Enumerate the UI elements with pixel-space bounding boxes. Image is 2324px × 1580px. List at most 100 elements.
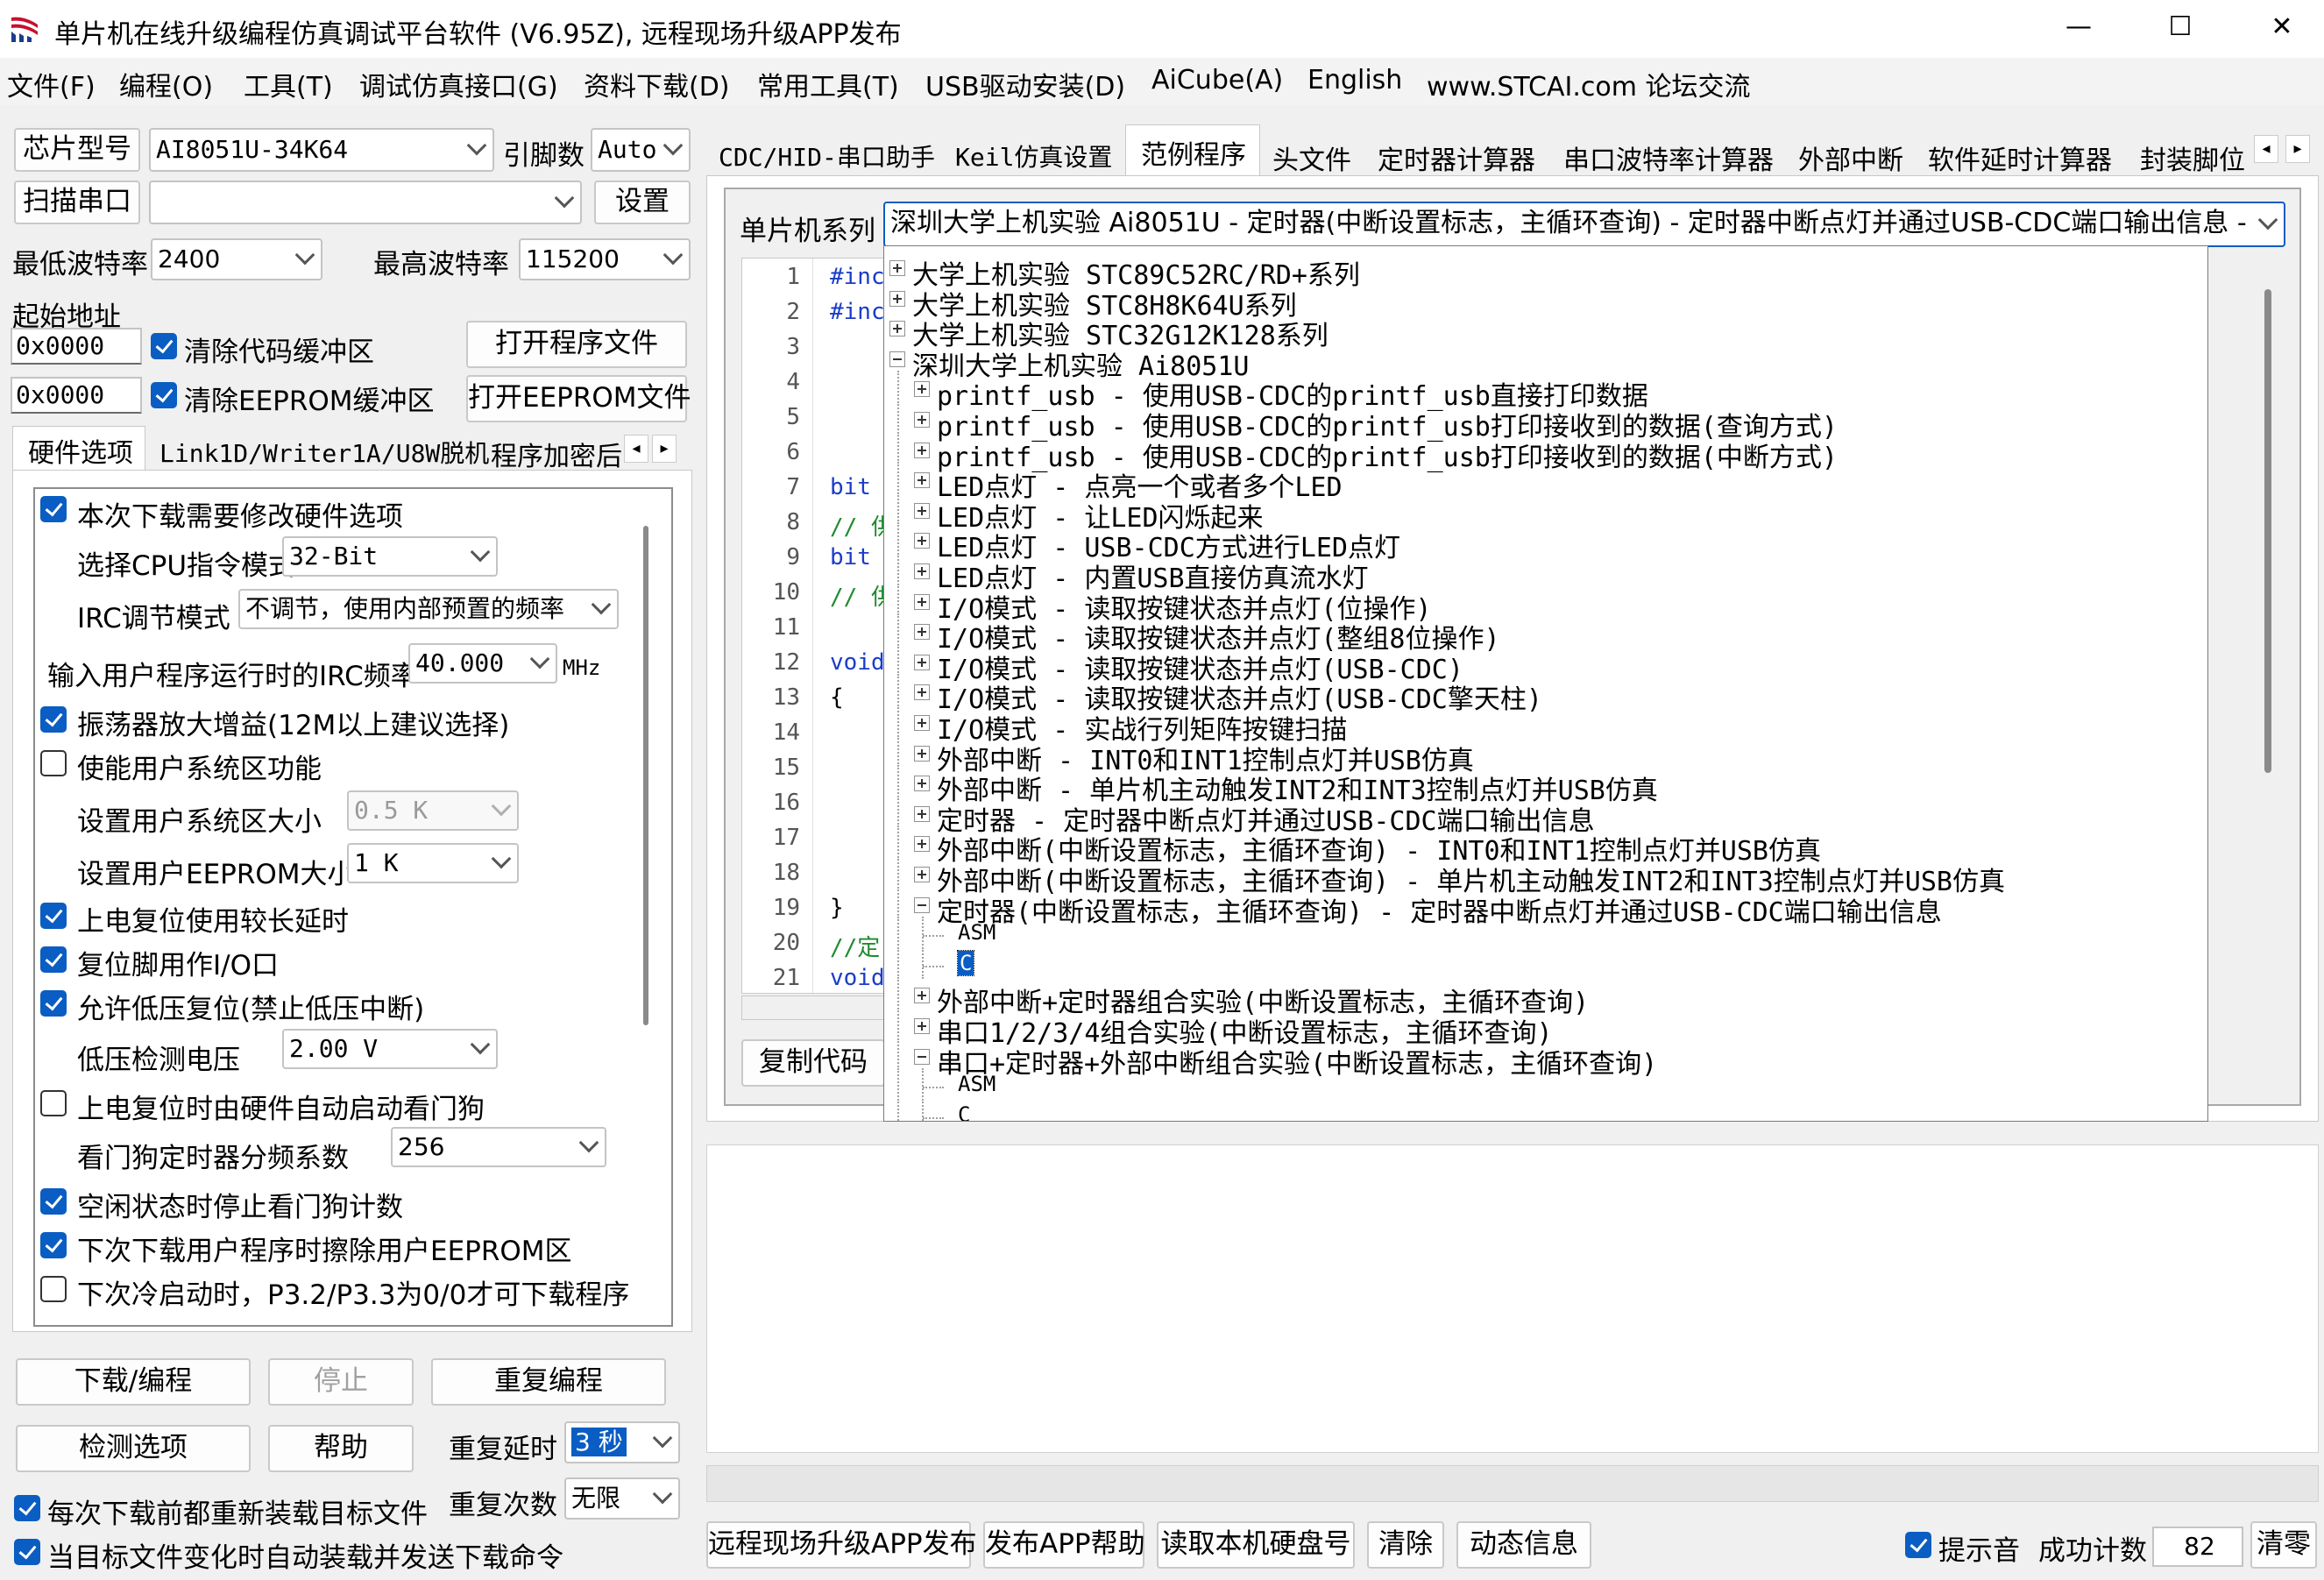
chip-model-select[interactable]: AI8051U-34K64 [149, 128, 494, 172]
expand-icon[interactable] [914, 563, 930, 579]
series-select[interactable]: 深圳大学上机实验 Ai8051U - 定时器(中断设置标志，主循环查询) - 定… [883, 202, 2285, 247]
erase-eeprom-checkbox[interactable] [40, 1232, 67, 1258]
tree-item[interactable]: 串口+定时器+外部中断组合实验(中断设置标志，主循环查询) [937, 1042, 1657, 1080]
remote-publish-button[interactable]: 远程现场升级APP发布 [706, 1521, 977, 1569]
user-system-checkbox[interactable] [40, 750, 67, 776]
osc-gain-checkbox[interactable] [40, 706, 67, 733]
menu-usb-driver[interactable]: USB驱动安装(D) [925, 65, 1125, 103]
collapse-icon[interactable] [914, 1048, 930, 1065]
irc-mode-select[interactable]: 不调节，使用内部预置的频率 [238, 589, 619, 629]
wdt-auto-checkbox[interactable] [40, 1090, 67, 1116]
collapse-icon[interactable] [889, 351, 905, 367]
menu-file[interactable]: 文件(F) [7, 65, 96, 103]
port-select[interactable] [149, 181, 582, 224]
menu-aicube[interactable]: AiCube(A) [1151, 65, 1283, 96]
expand-icon[interactable] [914, 442, 930, 458]
expand-icon[interactable] [914, 745, 930, 762]
menu-tools[interactable]: 工具(T) [244, 65, 333, 103]
tab-scroll-right-icon[interactable]: ▸ [652, 435, 677, 463]
tab-scroll-right-icon[interactable]: ▸ [2285, 135, 2310, 163]
min-baud-select[interactable]: 2400 [151, 238, 322, 280]
expand-icon[interactable] [914, 776, 930, 792]
repeat-delay-select[interactable]: 3 秒 [564, 1421, 680, 1463]
tab-header-files[interactable]: 头文件 [1272, 138, 1351, 177]
options-scrollbar[interactable] [643, 526, 648, 1025]
tab-timer-calculator[interactable]: 定时器计算器 [1378, 138, 1535, 177]
tree-leaf-item[interactable]: C [958, 1102, 970, 1121]
close-button[interactable]: ✕ [2231, 0, 2324, 58]
example-tree-dropdown[interactable]: 大学上机实验 STC89C52RC/RD+系列 大学上机实验 STC8H8K64U… [883, 245, 2208, 1122]
user-eeprom-size-select[interactable]: 1 K [347, 843, 519, 883]
wdt-div-select[interactable]: 256 [391, 1127, 606, 1167]
open-program-button[interactable]: 打开程序文件 [466, 321, 687, 368]
lvd-select[interactable]: 2.00 V [282, 1029, 498, 1069]
expand-icon[interactable] [889, 260, 905, 276]
reset-count-button[interactable]: 清零 [2250, 1521, 2317, 1569]
tree-leaf-item[interactable]: C [956, 949, 975, 976]
max-baud-select[interactable]: 115200 [519, 238, 691, 280]
clear-button[interactable]: 清除 [1367, 1521, 1444, 1569]
tab-link1d-offline[interactable]: Link1D/Writer1A/U8W脱机 [159, 435, 489, 470]
expand-icon[interactable] [914, 805, 930, 822]
scan-port-button[interactable]: 扫描串口 [14, 181, 140, 224]
clear-eeprom-checkbox[interactable] [151, 382, 177, 408]
clear-code-checkbox[interactable] [151, 333, 177, 359]
cpu-mode-select[interactable]: 32-Bit [282, 536, 498, 577]
code-editor[interactable]: 1 #inc 2 #inc 3 4 5 6 7 bit 8// 供 9 bit 10// 供 11 12 voi… [741, 258, 894, 994]
stop-button[interactable]: 停止 [268, 1358, 414, 1406]
tab-baud-calculator[interactable]: 串口波特率计算器 [1563, 138, 1774, 177]
menu-downloads[interactable]: 资料下载(D) [584, 65, 730, 103]
copy-code-button[interactable]: 复制代码 [741, 1039, 885, 1087]
eeprom-address-field[interactable]: 0x0000 [11, 377, 142, 414]
expand-icon[interactable] [914, 381, 930, 398]
expand-icon[interactable] [914, 533, 930, 549]
expand-icon[interactable] [914, 1018, 930, 1034]
modify-options-checkbox[interactable] [40, 496, 67, 522]
dynamic-info-button[interactable]: 动态信息 [1456, 1521, 1591, 1569]
tab-scroll-left-icon[interactable]: ◂ [2254, 135, 2278, 163]
open-eeprom-button[interactable]: 打开EEPROM文件 [466, 375, 691, 422]
expand-icon[interactable] [914, 988, 930, 1004]
irc-freq-select[interactable]: 40.000 [408, 643, 557, 684]
beep-checkbox[interactable] [1905, 1532, 1931, 1558]
expand-icon[interactable] [914, 412, 930, 428]
tree-item[interactable]: 定时器(中断设置标志，主循环查询) - 定时器中断点灯并通过USB-CDC端口输… [937, 890, 1942, 929]
cold-boot-checkbox[interactable] [40, 1276, 67, 1302]
expand-icon[interactable] [914, 593, 930, 610]
tab-external-interrupt[interactable]: 外部中断 [1798, 138, 1903, 177]
expand-icon[interactable] [914, 836, 930, 853]
minimize-button[interactable]: — [2028, 0, 2129, 58]
tab-package-pins[interactable]: 封装脚位 [2140, 138, 2245, 177]
reload-each-checkbox[interactable] [14, 1495, 40, 1521]
expand-icon[interactable] [914, 715, 930, 731]
power-delay-checkbox[interactable] [40, 903, 67, 929]
collapse-icon[interactable] [914, 896, 930, 913]
publish-help-button[interactable]: 发布APP帮助 [983, 1521, 1145, 1569]
pins-select[interactable]: Auto [591, 128, 691, 172]
expand-icon[interactable] [914, 867, 930, 882]
settings-button[interactable]: 设置 [594, 181, 691, 224]
expand-icon[interactable] [914, 624, 930, 641]
menu-debug-interface[interactable]: 调试仿真接口(G) [359, 65, 558, 103]
output-log[interactable] [706, 1144, 2319, 1453]
check-options-button[interactable]: 检测选项 [16, 1425, 251, 1472]
code-horizontal-scrollbar[interactable] [741, 995, 890, 1020]
read-disk-button[interactable]: 读取本机硬盘号 [1157, 1521, 1355, 1569]
chip-model-button[interactable]: 芯片型号 [14, 128, 140, 172]
tab-delay-calculator[interactable]: 软件延时计算器 [1928, 138, 2112, 177]
menu-common-tools[interactable]: 常用工具(T) [757, 65, 899, 103]
menu-forum[interactable]: www.STCAI.com 论坛交流 [1427, 65, 1750, 103]
help-button[interactable]: 帮助 [268, 1425, 414, 1472]
low-voltage-reset-checkbox[interactable] [40, 990, 67, 1017]
tree-scrollbar[interactable] [2264, 289, 2271, 773]
expand-icon[interactable] [914, 472, 930, 489]
menu-program[interactable]: 编程(O) [119, 65, 213, 103]
download-program-button[interactable]: 下载/编程 [16, 1358, 251, 1406]
tab-program-encrypt[interactable]: 程序加密后 [491, 435, 622, 473]
idle-wdt-checkbox[interactable] [40, 1188, 67, 1215]
auto-reload-checkbox[interactable] [14, 1539, 40, 1565]
tab-cdc-hid-assistant[interactable]: CDC/HID-串口助手 [719, 138, 935, 174]
menu-english[interactable]: English [1307, 65, 1402, 96]
tab-scroll-left-icon[interactable]: ◂ [624, 435, 648, 463]
code-address-field[interactable]: 0x0000 [11, 328, 142, 365]
